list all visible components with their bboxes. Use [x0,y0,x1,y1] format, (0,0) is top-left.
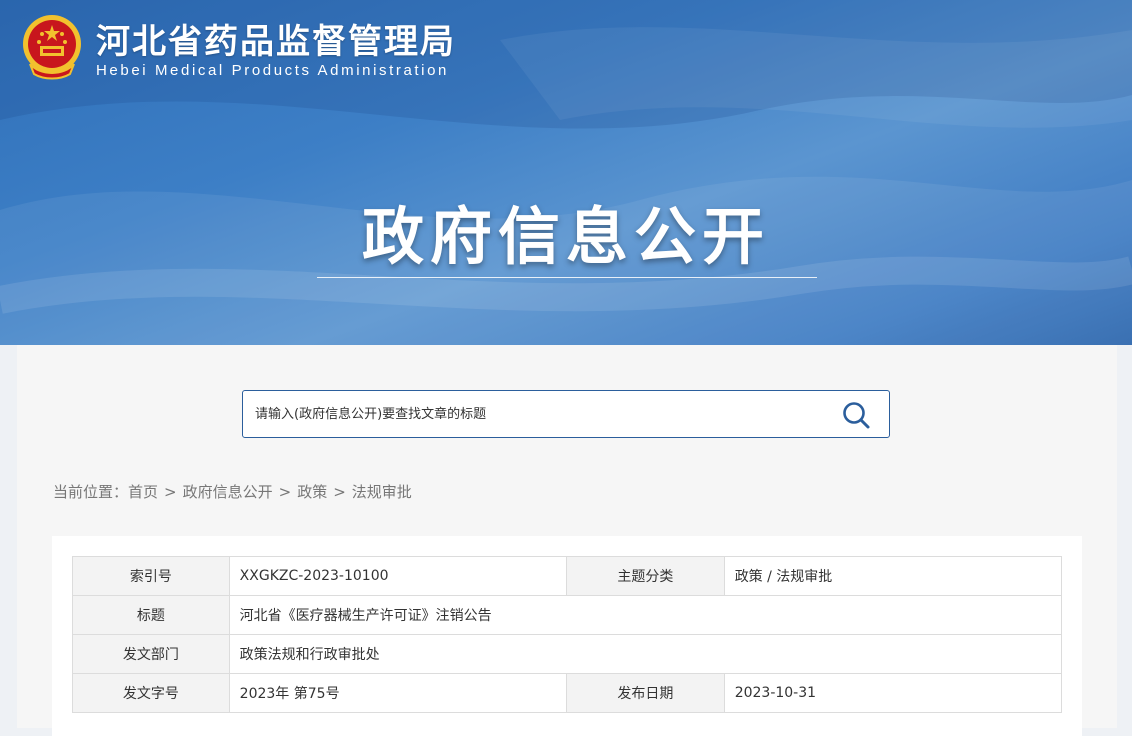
breadcrumb-item-gov-info[interactable]: 政府信息公开 [183,483,273,501]
breadcrumb: 当前位置：首页 > 政府信息公开 > 政策 > 法规审批 [53,481,412,502]
breadcrumb-item-policy[interactable]: 政策 [297,483,327,501]
document-meta-table: 索引号 XXGKZC-2023-10100 主题分类 政策 / 法规审批 标题 … [72,556,1063,713]
site-name-english: Hebei Medical Products Administration [96,62,449,79]
table-row: 发文字号 2023年 第75号 发布日期 2023-10-31 [72,673,1063,713]
topic-value: 政策 / 法规审批 [723,556,1063,596]
title-label: 标题 [72,595,230,635]
index-number-value: XXGKZC-2023-10100 [228,556,568,596]
breadcrumb-item-regulation-approval[interactable]: 法规审批 [352,483,412,501]
publish-date-label: 发布日期 [566,673,725,713]
table-row: 索引号 XXGKZC-2023-10100 主题分类 政策 / 法规审批 [72,556,1063,596]
issuing-department-label: 发文部门 [72,634,230,674]
breadcrumb-prefix: 当前位置： [53,483,129,501]
breadcrumb-separator: > [164,483,177,501]
title-divider [317,277,817,278]
breadcrumb-separator: > [333,483,346,501]
topic-label: 主题分类 [566,556,725,596]
breadcrumb-separator: > [278,483,292,501]
national-emblem-icon [20,12,84,82]
content-panel: 当前位置：首页 > 政府信息公开 > 政策 > 法规审批 索引号 XXGKZC-2023-1… [17,345,1117,736]
search-box [242,390,890,438]
site-name: 河北省药品监督管理局 [96,22,456,62]
table-row: 发文部门 政策法规和行政审批处 [72,634,1063,674]
search-button[interactable] [841,400,871,430]
issuing-department-value: 政策法规和行政审批处 [228,634,1063,674]
search-input[interactable] [255,391,815,437]
header-banner: 河北省药品监督管理局 Hebei Medical Products Admini… [0,0,1132,345]
publish-date-value: 2023-10-31 [723,673,1063,713]
table-row: 标题 河北省《医疗器械生产许可证》注销公告 [72,595,1063,635]
index-number-label: 索引号 [72,556,230,596]
breadcrumb-item-home[interactable]: 首页 [128,483,158,501]
title-value: 河北省《医疗器械生产许可证》注销公告 [228,595,1063,635]
document-number-value: 2023年 第75号 [228,673,568,713]
search-icon [843,402,870,429]
document-number-label: 发文字号 [72,673,230,713]
document-info-card: 索引号 XXGKZC-2023-10100 主题分类 政策 / 法规审批 标题 … [52,536,1082,736]
page-title: 政府信息公开 [361,200,770,273]
